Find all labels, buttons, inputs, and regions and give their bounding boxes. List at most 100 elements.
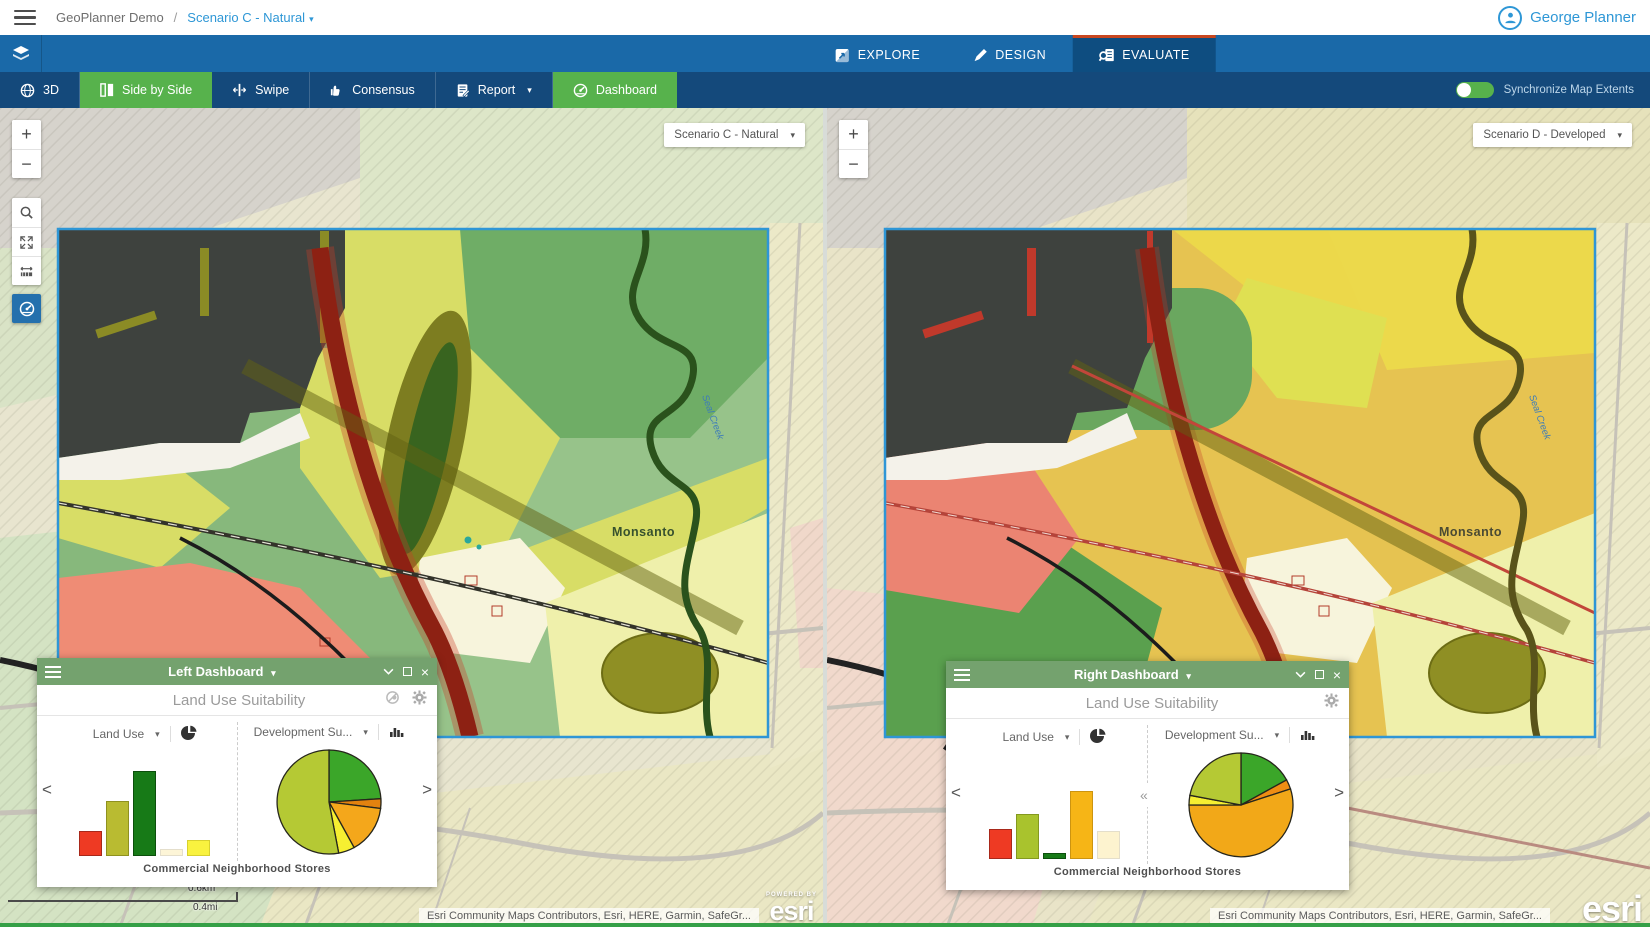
maximize-button[interactable] <box>1315 670 1324 679</box>
search-icon <box>19 205 34 220</box>
tool-label: Report <box>478 83 516 97</box>
left-scenario-selector[interactable]: Scenario C - Natural▾ <box>664 123 805 147</box>
dashboard-title-dropdown[interactable]: Right Dashboard ▾ <box>970 667 1295 682</box>
previous-chart-chevron[interactable]: < <box>951 783 961 803</box>
pie-chart-icon[interactable] <box>181 725 197 744</box>
swipe-button[interactable]: Swipe <box>212 72 310 108</box>
right-dashboard-header[interactable]: Right Dashboard ▾ × <box>946 661 1349 688</box>
esri-watermark: POWERED BYesri <box>766 892 817 925</box>
hamburger-menu-icon[interactable] <box>14 10 36 26</box>
search-button[interactable] <box>12 198 41 227</box>
breadcrumb-separator: / <box>174 10 178 25</box>
close-button[interactable]: × <box>1333 668 1341 682</box>
zoom-in-button[interactable]: + <box>839 120 868 149</box>
next-chart-chevron[interactable]: > <box>1334 783 1344 803</box>
dashboard-gauge-icon <box>573 83 588 98</box>
chevron-down-icon: ▾ <box>271 668 276 678</box>
collapse-button[interactable] <box>383 668 394 675</box>
collapse-button[interactable] <box>1295 671 1306 678</box>
settings-gear-icon[interactable] <box>1324 693 1339 713</box>
measure-width-icon <box>19 264 34 279</box>
chart-type-selector[interactable]: Land Use <box>1003 730 1054 744</box>
primary-nav-bar: EXPLORE DESIGN EVALUATE <box>0 35 1650 72</box>
left-map-tools <box>12 198 41 285</box>
land-use-bar-chart[interactable] <box>79 756 210 856</box>
tool-label: Side by Side <box>122 83 192 97</box>
chart-type-selector[interactable]: Land Use <box>93 727 144 741</box>
chevron-down-icon <box>383 668 394 675</box>
report-button[interactable]: Report ▾ <box>436 72 553 108</box>
bar-chart-icon[interactable] <box>389 724 405 741</box>
next-chart-chevron[interactable]: > <box>422 780 432 800</box>
user-avatar[interactable] <box>1498 6 1522 30</box>
development-suitability-pie-chart[interactable] <box>273 746 385 863</box>
layers-button[interactable] <box>0 35 42 72</box>
chart-footer-label: Commercial Neighborhood Stores <box>37 863 437 887</box>
tool-label: Consensus <box>352 83 415 97</box>
map-explore-icon <box>835 48 850 63</box>
consensus-button[interactable]: Consensus <box>310 72 436 108</box>
tool-label: 3D <box>43 83 59 97</box>
left-zoom-control: + − <box>12 120 41 178</box>
extent-button[interactable] <box>12 227 41 256</box>
chevron-down-icon: ▾ <box>790 130 795 141</box>
3d-button[interactable]: 3D <box>0 72 80 108</box>
chart-type-selector[interactable]: Development Su... <box>254 725 353 739</box>
swipe-arrows-icon <box>232 83 247 97</box>
breadcrumb-app-title: GeoPlanner Demo <box>56 10 164 25</box>
collapse-charts-chevron[interactable]: « <box>1139 783 1149 807</box>
person-icon <box>1504 11 1517 24</box>
evaluate-toolbar: 3D Side by Side Swipe Consensus Report ▾… <box>0 72 1650 108</box>
map-comparison-area: Monsanto Seal Creek + − Scenario C - Nat… <box>0 108 1650 927</box>
dashboard-title-dropdown[interactable]: Left Dashboard ▾ <box>61 664 383 679</box>
dashboard-button[interactable]: Dashboard <box>553 72 677 108</box>
bottom-panel-edge[interactable] <box>0 923 1650 927</box>
chevron-down-icon: ▾ <box>1275 730 1280 741</box>
widget-title: Land Use Suitability <box>956 695 1324 712</box>
settings-gear-icon[interactable] <box>412 690 427 710</box>
left-dashboard-panel: Left Dashboard ▾ × Land Use Suitability … <box>37 658 437 887</box>
land-use-bar-chart[interactable] <box>989 759 1120 859</box>
left-dashboard-toggle-button[interactable] <box>12 294 41 323</box>
measure-button[interactable] <box>12 256 41 285</box>
report-icon <box>456 83 470 98</box>
left-dashboard-header[interactable]: Left Dashboard ▾ × <box>37 658 437 685</box>
maximize-icon <box>1315 670 1324 679</box>
zoom-in-button[interactable]: + <box>12 120 41 149</box>
visibility-off-icon[interactable] <box>385 690 400 710</box>
tab-design[interactable]: DESIGN <box>946 35 1072 72</box>
left-map-pane: Monsanto Seal Creek + − Scenario C - Nat… <box>0 108 823 927</box>
dashboard-menu-icon[interactable] <box>45 666 61 678</box>
tab-explore[interactable]: EXPLORE <box>809 35 947 72</box>
pie-chart-icon[interactable] <box>1090 728 1106 747</box>
synchronize-toggle-label: Synchronize Map Extents <box>1504 84 1634 96</box>
close-button[interactable]: × <box>421 665 429 679</box>
chart-type-selector[interactable]: Development Su... <box>1165 728 1264 742</box>
pencil-icon <box>972 48 987 63</box>
app-header: GeoPlanner Demo / Scenario C - Natural▾ … <box>0 0 1650 35</box>
map-attribution: Esri Community Maps Contributors, Esri, … <box>419 908 759 924</box>
dashboard-menu-icon[interactable] <box>954 669 970 681</box>
tab-label: DESIGN <box>995 48 1046 62</box>
land-use-chart-card: Land Use ▾ <box>53 720 237 863</box>
development-suitability-chart-card: Development Su... ▾ <box>238 720 422 863</box>
tool-label: Swipe <box>255 83 289 97</box>
breadcrumb-scenario-dropdown[interactable]: Scenario C - Natural▾ <box>187 10 313 25</box>
chevron-down-icon: ▾ <box>1617 130 1622 141</box>
user-name[interactable]: George Planner <box>1530 9 1636 26</box>
chevron-down-icon: ▾ <box>309 14 314 24</box>
chevron-down-icon: ▾ <box>363 727 368 738</box>
side-by-side-button[interactable]: Side by Side <box>80 72 212 108</box>
development-suitability-pie-chart[interactable] <box>1185 749 1297 866</box>
map-label-place: Monsanto <box>612 525 675 539</box>
previous-chart-chevron[interactable]: < <box>42 780 52 800</box>
widget-title: Land Use Suitability <box>47 692 385 709</box>
tab-evaluate[interactable]: EVALUATE <box>1072 35 1215 72</box>
right-scenario-selector[interactable]: Scenario D - Developed▾ <box>1473 123 1632 147</box>
zoom-out-button[interactable]: − <box>839 149 868 178</box>
bar-chart-icon[interactable] <box>1300 727 1316 744</box>
maximize-button[interactable] <box>403 667 412 676</box>
synchronize-map-extents-toggle[interactable] <box>1456 82 1494 98</box>
chevron-down-icon: ▾ <box>155 729 160 740</box>
zoom-out-button[interactable]: − <box>12 149 41 178</box>
